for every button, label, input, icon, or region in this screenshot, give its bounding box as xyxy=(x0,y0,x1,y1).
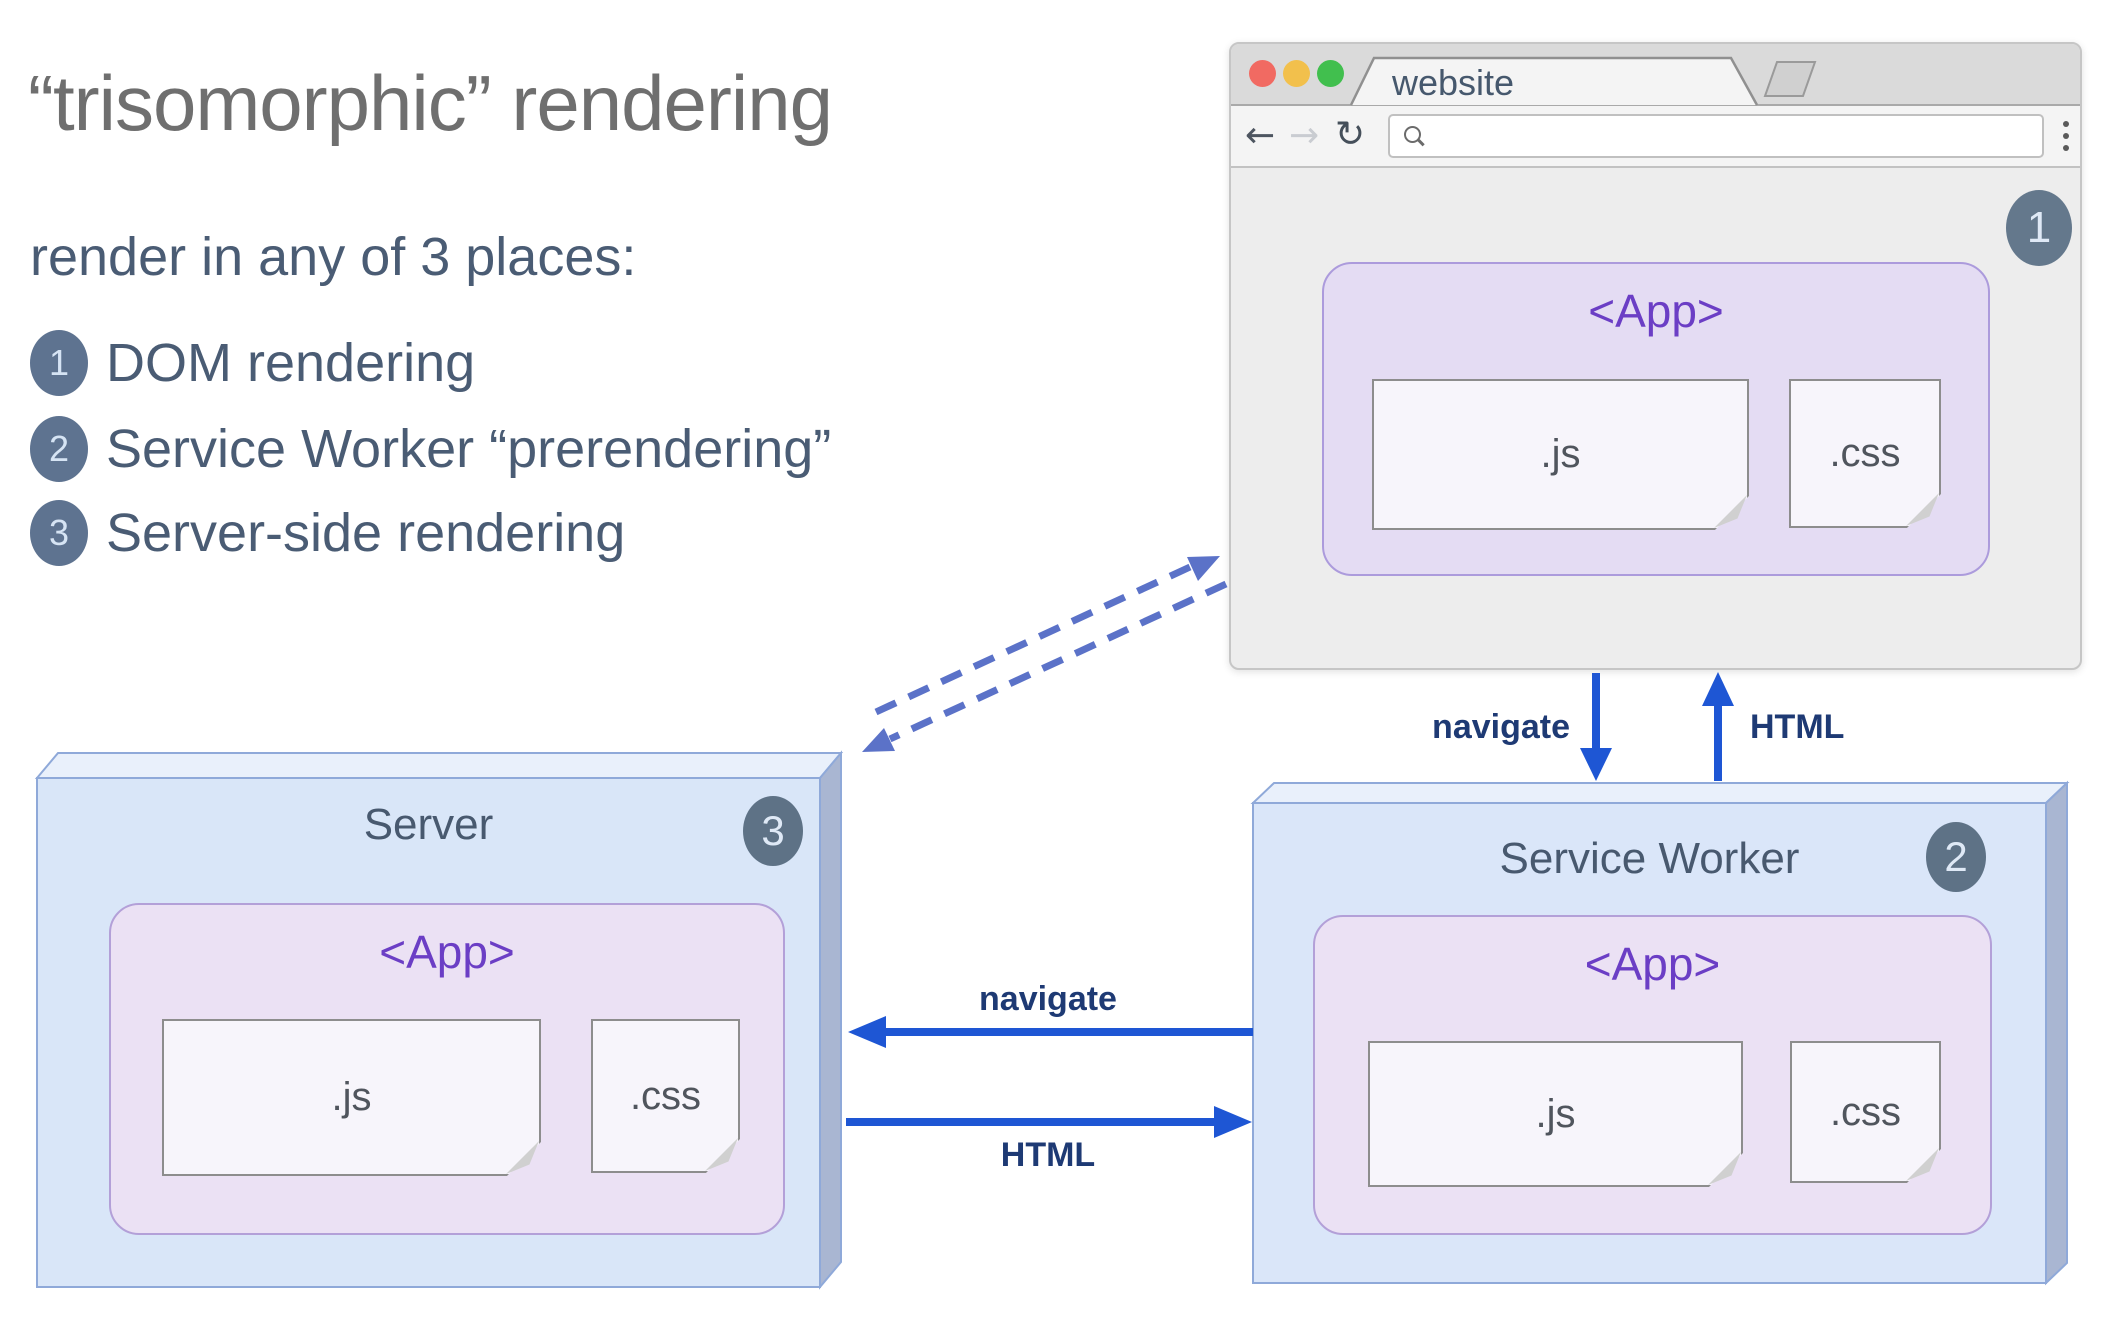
service-worker-app-box: <App> .js .css xyxy=(1313,915,1992,1235)
html-label-vertical: HTML xyxy=(1750,708,1845,746)
browser-tab[interactable]: website xyxy=(1392,62,1514,104)
css-file-label: .css xyxy=(629,1073,702,1118)
page-title: “trisomorphic” rendering xyxy=(28,59,833,147)
list-item-dom-rendering: 1 DOM rendering xyxy=(30,330,475,396)
browser-app-box: <App> .js .css xyxy=(1322,262,1990,576)
list-item-server-side-rendering: 3 Server-side rendering xyxy=(30,500,625,566)
navigate-label-vertical: navigate xyxy=(1432,708,1570,746)
server-app-box: <App> .js .css xyxy=(109,903,785,1235)
url-bar[interactable] xyxy=(1388,114,2044,158)
search-icon xyxy=(1404,126,1421,143)
minimize-window-icon[interactable] xyxy=(1283,60,1310,87)
css-file-icon: .css xyxy=(1790,1041,1941,1183)
zoom-window-icon[interactable] xyxy=(1317,60,1344,87)
html-arrow-sw-to-browser xyxy=(1702,672,1734,781)
html-arrow-server-to-sw xyxy=(846,1106,1252,1138)
step-badge-1: 1 xyxy=(2006,190,2072,266)
browser-toolbar: ← → ↻ xyxy=(1231,106,2080,168)
app-component-label: <App> xyxy=(379,926,515,978)
js-file-icon: .js xyxy=(1372,379,1749,530)
reload-icon[interactable]: ↻ xyxy=(1335,117,1365,153)
back-icon[interactable]: ← xyxy=(1245,118,1275,154)
menu-icon[interactable] xyxy=(2063,121,2069,157)
navigate-arrow-browser-to-sw xyxy=(1580,673,1612,781)
navigate-label-horizontal: navigate xyxy=(979,980,1117,1018)
close-window-icon[interactable] xyxy=(1249,60,1276,87)
html-label-horizontal: HTML xyxy=(1000,1136,1096,1174)
step-badge-2: 2 xyxy=(1926,822,1986,892)
app-component-label: <App> xyxy=(1588,285,1724,337)
list-item-label: DOM rendering xyxy=(106,333,476,393)
browser-tab-bar xyxy=(1231,44,2080,106)
step-badge-3: 3 xyxy=(743,796,803,866)
server-box-title: Server xyxy=(363,800,494,849)
navigate-arrow-sw-to-server xyxy=(848,1016,1253,1048)
css-file-icon: .css xyxy=(1789,379,1941,528)
step-3-badge: 3 xyxy=(30,500,88,566)
subtitle: render in any of 3 places: xyxy=(30,227,637,287)
forward-icon[interactable]: → xyxy=(1289,118,1319,154)
css-file-label: .css xyxy=(1829,1089,1902,1134)
js-file-icon: .js xyxy=(162,1019,541,1176)
css-file-label: .css xyxy=(1829,431,1901,475)
app-component-label: <App> xyxy=(1584,938,1721,990)
url-input[interactable] xyxy=(1434,118,2028,156)
step-1-badge: 1 xyxy=(30,330,88,396)
step-2-badge: 2 xyxy=(30,416,88,482)
dashed-arrow-server-to-browser xyxy=(874,556,1220,716)
js-file-label: .js xyxy=(331,1075,372,1119)
diagram-canvas: “trisomorphic” rendering render in any o… xyxy=(0,0,2108,1328)
list-item-service-worker-prerendering: 2 Service Worker “prerendering” xyxy=(30,416,831,482)
css-file-icon: .css xyxy=(591,1019,740,1173)
list-item-label: Service Worker “prerendering” xyxy=(106,419,832,479)
js-file-label: .js xyxy=(1535,1091,1576,1136)
list-item-label: Server-side rendering xyxy=(106,503,626,563)
dashed-arrow-browser-to-server xyxy=(862,580,1228,752)
js-file-icon: .js xyxy=(1368,1041,1743,1187)
js-file-label: .js xyxy=(1540,432,1581,476)
